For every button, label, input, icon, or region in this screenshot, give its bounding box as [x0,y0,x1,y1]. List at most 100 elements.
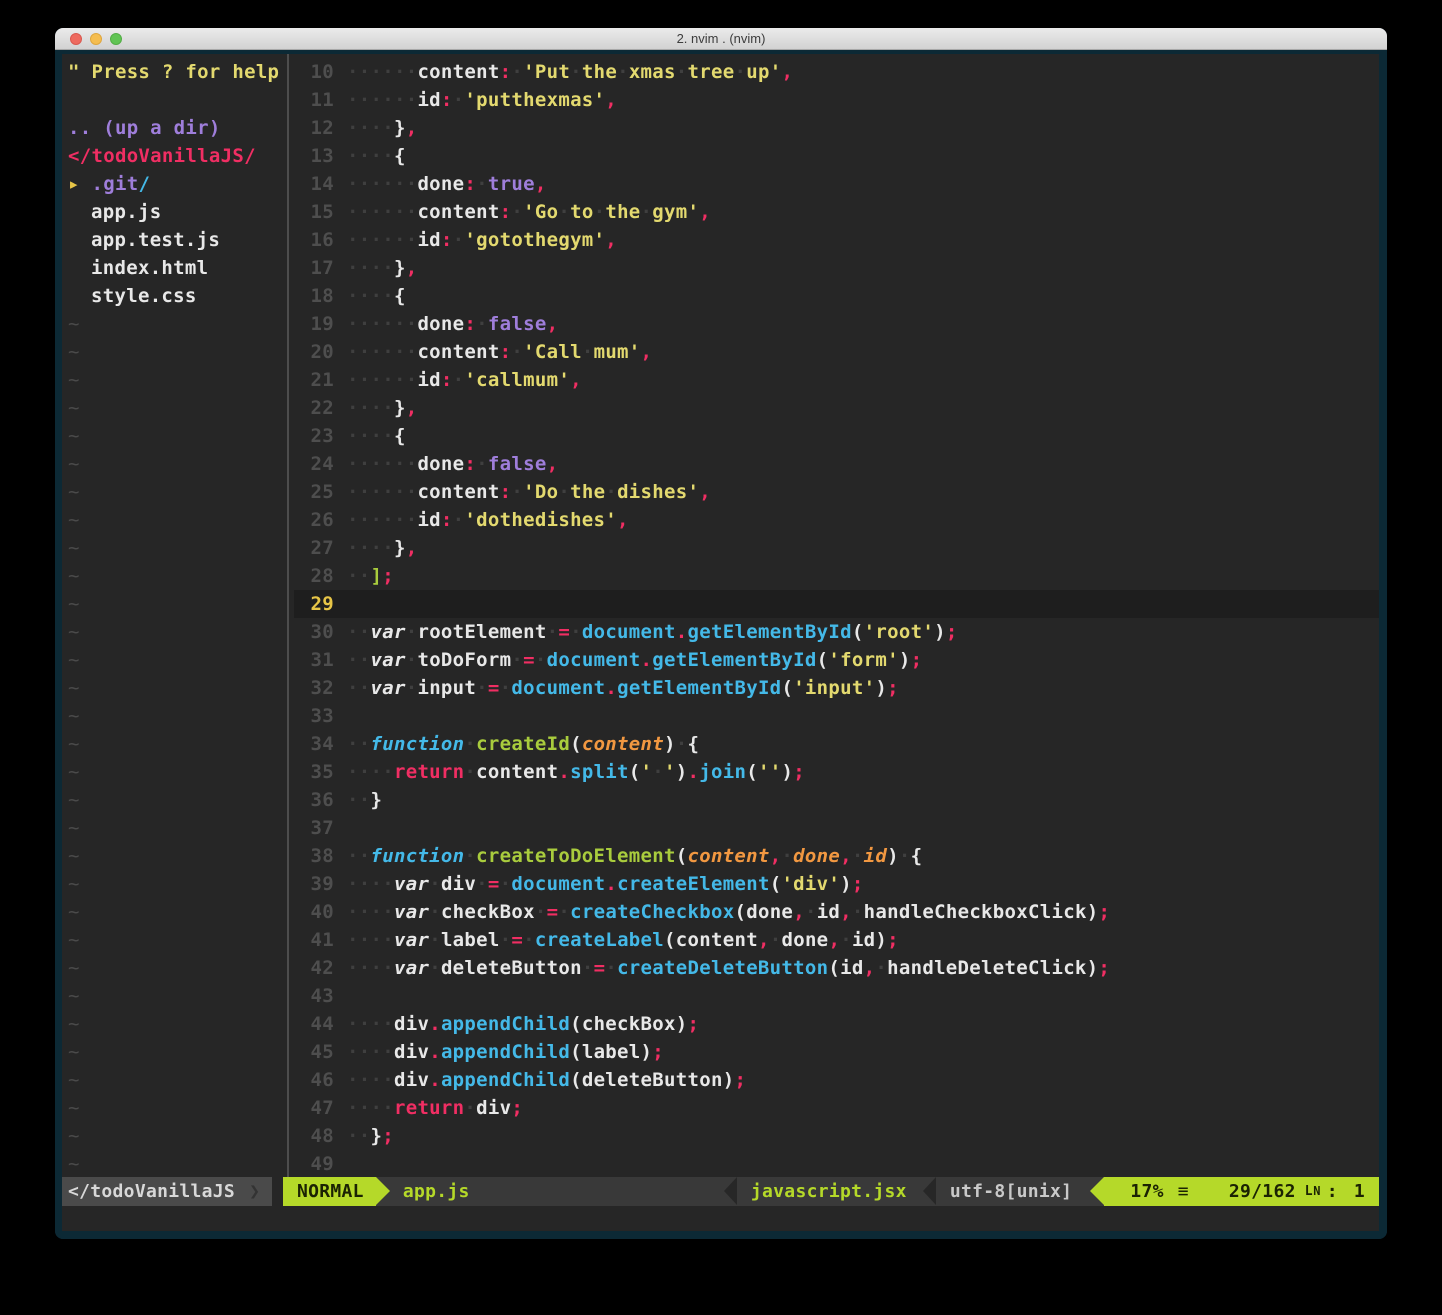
code-line-27[interactable]: 27 ····}, [294,534,1379,562]
chevron-right-icon: ❯ [249,1177,260,1206]
code-line-32[interactable]: 32··var·input·=·document.getElementById(… [294,674,1379,702]
code-line-23[interactable]: 23····{ [294,422,1379,450]
chevron-right-icon: ▸ [68,173,91,195]
code-line-36[interactable]: 36··} [294,786,1379,814]
empty-line-tilde: ~ [68,674,283,702]
code-text: ····{ [347,422,406,450]
code-line-10[interactable]: 10······content:·'Put·the·xmas·tree·up', [294,58,1379,86]
code-line-26[interactable]: 26······id:·'dothedishes', [294,506,1379,534]
code-line-35[interactable]: 35····return·content.split('·').join('')… [294,758,1379,786]
code-line-29[interactable]: 29 [294,590,1379,618]
empty-line-tilde: ~ [68,786,283,814]
code-line-48[interactable]: 48··}; [294,1122,1379,1150]
code-line-20[interactable]: 20 ······content:·'Call·mum', [294,338,1379,366]
code-text: ····div.appendChild(checkBox); [347,1010,699,1038]
tree-files: app.jsapp.test.jsindex.htmlstyle.css [68,198,283,310]
code-line-30[interactable]: 30··var·rootElement·=·document.getElemen… [294,618,1379,646]
line-number: 39 [294,870,334,898]
code-text: ····}, [347,394,417,422]
code-line-47[interactable]: 47····return·div; [294,1094,1379,1122]
tree-file-item[interactable]: index.html [68,254,283,282]
tree-dir-git[interactable]: ▸ .git/ [68,170,283,198]
code-text: ··function·createToDoElement(content,·do… [347,842,922,870]
code-line-42[interactable]: 42····var·deleteButton·=·createDeleteBut… [294,954,1379,982]
code-line-17[interactable]: 17····}, [294,254,1379,282]
close-button[interactable] [70,33,82,45]
code-line-31[interactable]: 31··var·toDoForm·=·document.getElementBy… [294,646,1379,674]
powerline-arrow-icon [376,1177,390,1205]
file-tree-sidebar[interactable]: " Press ? for help .. (up a dir) </todoV… [62,54,283,1177]
code-line-11[interactable]: 11······id:·'putthexmas', [294,86,1379,114]
cursor-position: 29/162 [1229,1177,1296,1206]
code-text: ····return·content.split('·').join(''); [347,758,805,786]
empty-line-tilde: ~ [68,1010,283,1038]
code-line-16[interactable]: 16······id:·'gotothegym', [294,226,1379,254]
empty-line-tilde: ~ [68,618,283,646]
code-line-25[interactable]: 25······content:·'Do·the·dishes', [294,478,1379,506]
code-text: ······content:·'Do·the·dishes', [347,478,711,506]
code-line-28[interactable]: 28··]; [294,562,1379,590]
sidebar-statusline: </todoVanillaJS ❯ [62,1177,272,1206]
code-line-12[interactable]: 12····}, [294,114,1379,142]
vertical-split-divider[interactable] [283,54,294,1177]
empty-line-tilde: ~ [68,758,283,786]
powerline-arrow-icon [1090,1177,1104,1205]
line-number: 27 [294,534,334,562]
code-line-14[interactable]: 14 ······done:·true, [294,170,1379,198]
code-text: ····}, [347,534,417,562]
tree-up-dir[interactable]: .. (up a dir) [68,114,283,142]
line-number: 37 [294,814,334,842]
code-text: ······content:·'Call·mum', [347,338,652,366]
minimize-button[interactable] [90,33,102,45]
terminal-content: " Press ? for help .. (up a dir) </todoV… [55,51,1387,1239]
tree-root-dir[interactable]: </todoVanillaJS/ [68,142,283,170]
code-line-19[interactable]: 19······done:·false, [294,310,1379,338]
code-text: ······done:·true, [347,170,547,198]
code-line-18[interactable]: 18····{ [294,282,1379,310]
line-number: 24 [294,450,334,478]
line-number: 14 [294,170,334,198]
code-buffer[interactable]: 10······content:·'Put·the·xmas·tree·up',… [294,54,1379,1177]
code-line-43[interactable]: 43 [294,982,1379,1010]
code-line-39[interactable]: 39····var·div·=·document.createElement('… [294,870,1379,898]
code-line-37[interactable]: 37 [294,814,1379,842]
tree-tildes: ~~~~~~~~~~~~~~~~~~~~~~~~~~~~~~~ [68,310,283,1177]
line-number: 32 [294,674,334,702]
tree-file-item[interactable]: app.test.js [68,226,283,254]
empty-line-tilde: ~ [68,422,283,450]
line-number: 20 [294,338,334,366]
code-line-24[interactable]: 24······done:·false, [294,450,1379,478]
line-number: 31 [294,646,334,674]
line-number: 33 [294,702,334,730]
code-line-13[interactable]: 13····{ [294,142,1379,170]
code-text: ······id:·'gotothegym', [347,226,617,254]
code-line-44[interactable]: 44····div.appendChild(checkBox); [294,1010,1379,1038]
empty-line-tilde: ~ [68,1150,283,1177]
zoom-button[interactable] [110,33,122,45]
titlebar[interactable]: 2. nvim . (nvim) [55,28,1387,50]
tree-help-line: " Press ? for help [68,58,283,86]
code-line-34[interactable]: 34··function·createId(content)·{ [294,730,1379,758]
tree-file-item[interactable]: app.js [68,198,283,226]
line-number: 47 [294,1094,334,1122]
code-line-45[interactable]: 45····div.appendChild(label); [294,1038,1379,1066]
code-line-33[interactable]: 33 [294,702,1379,730]
code-line-41[interactable]: 41····var·label·=·createLabel(content,·d… [294,926,1379,954]
code-line-38[interactable]: 38 ··function·createToDoElement(content,·… [294,842,1379,870]
empty-line-tilde: ~ [68,842,283,870]
code-line-15[interactable]: 15······content:·'Go·to·the·gym', [294,198,1379,226]
line-number: 34 [294,730,334,758]
empty-line-tilde: ~ [68,366,283,394]
line-number: 38 [294,842,334,870]
code-line-49[interactable]: 49 [294,1150,1379,1177]
terminal-window: 2. nvim . (nvim) " Press ? for help .. (… [55,28,1387,1239]
empty-line-tilde: ~ [68,450,283,478]
tree-file-item[interactable]: style.css [68,282,283,310]
code-line-46[interactable]: 46····div.appendChild(deleteButton); [294,1066,1379,1094]
command-line[interactable] [62,1206,1379,1231]
code-line-22[interactable]: 22····}, [294,394,1379,422]
code-line-40[interactable]: 40····var·checkBox·=·createCheckbox(done… [294,898,1379,926]
empty-line-tilde: ~ [68,870,283,898]
code-line-21[interactable]: 21······id:·'callmum', [294,366,1379,394]
empty-line-tilde: ~ [68,814,283,842]
